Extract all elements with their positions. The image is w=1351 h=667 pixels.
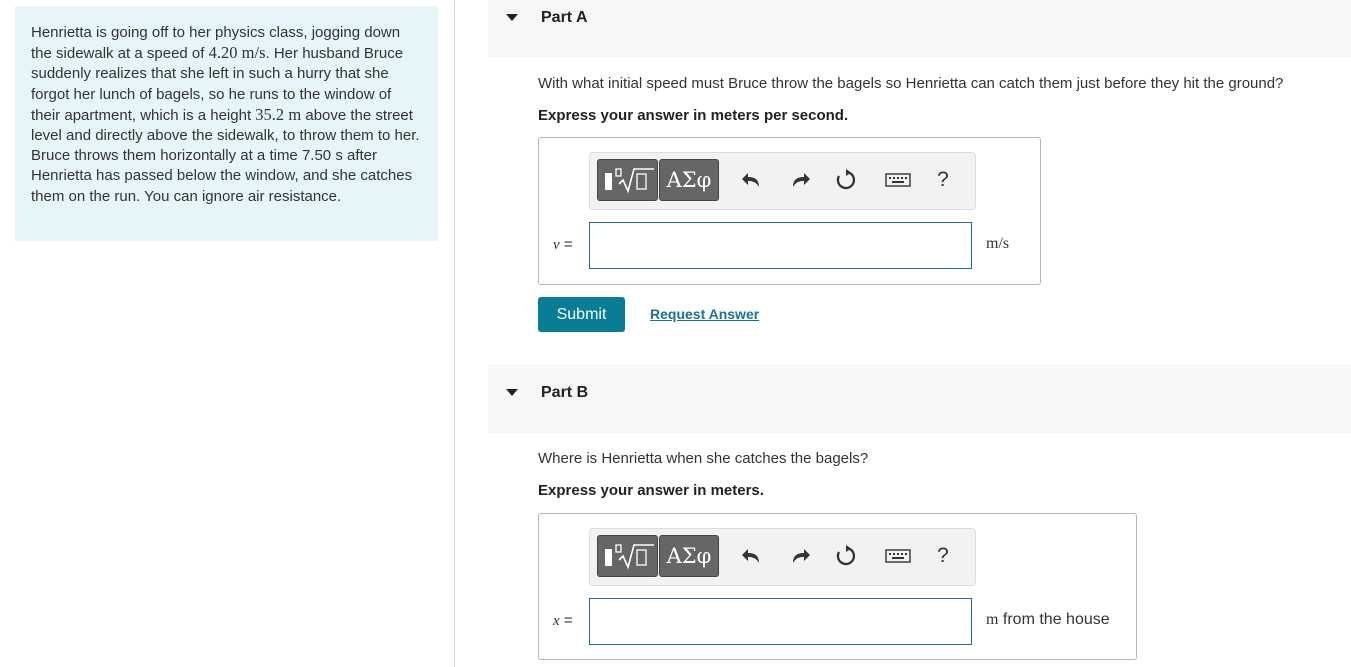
redo-icon[interactable] xyxy=(789,169,811,191)
part-a-title: Part A xyxy=(541,9,588,26)
undo-icon[interactable] xyxy=(741,169,763,191)
part-a-question: With what initial speed must Bruce throw… xyxy=(538,75,1284,92)
time-unit: s xyxy=(335,147,343,165)
height-unit: m xyxy=(288,104,302,124)
greek-letters-button[interactable]: ΑΣφ xyxy=(659,535,719,577)
part-b-question: Where is Henrietta when she catches the … xyxy=(538,450,869,467)
part-a-header[interactable]: Part A xyxy=(488,0,1351,58)
sqrt-template-icon xyxy=(615,544,654,570)
sqrt-template-icon xyxy=(615,168,654,194)
templates-button[interactable] xyxy=(597,159,658,201)
speed-value: 4.20 xyxy=(208,43,238,63)
part-b-answer-input[interactable] xyxy=(589,598,972,645)
greek-letters-button[interactable]: ΑΣφ xyxy=(659,159,719,201)
math-toolbar: ΑΣφ ? xyxy=(589,528,976,586)
part-b-title: Part B xyxy=(541,384,589,401)
math-toolbar: ΑΣφ ? xyxy=(589,152,976,210)
problem-statement: Henrietta is going off to her physics cl… xyxy=(31,24,420,205)
reset-icon[interactable] xyxy=(835,545,857,567)
help-icon[interactable]: ? xyxy=(933,543,953,569)
undo-icon[interactable] xyxy=(741,545,763,567)
keyboard-icon[interactable] xyxy=(885,545,911,567)
templates-icon xyxy=(605,549,612,566)
time-value: 7.50 xyxy=(301,147,332,165)
templates-icon xyxy=(605,173,612,190)
part-a-answer-input[interactable] xyxy=(589,222,972,269)
height-value: 35.2 xyxy=(255,104,285,124)
request-answer-link[interactable]: Request Answer xyxy=(650,306,759,322)
reset-icon[interactable] xyxy=(835,169,857,191)
redo-icon[interactable] xyxy=(789,545,811,567)
part-a-instruction: Express your answer in meters per second… xyxy=(538,107,849,124)
part-b-instruction: Express your answer in meters. xyxy=(538,482,764,499)
submit-button[interactable]: Submit xyxy=(538,297,625,332)
column-divider xyxy=(454,0,455,667)
part-b-header[interactable]: Part B xyxy=(488,364,1351,434)
problem-panel: Henrietta is going off to her physics cl… xyxy=(15,6,438,241)
speed-unit: m/s xyxy=(241,43,266,63)
templates-button[interactable] xyxy=(597,535,658,577)
collapse-arrow-icon[interactable] xyxy=(506,389,518,396)
unit-label: m/s xyxy=(986,235,1010,252)
collapse-arrow-icon[interactable] xyxy=(506,14,518,21)
unit-label: m from the house xyxy=(986,611,1110,628)
variable-label: x = xyxy=(553,612,573,629)
part-b-answer-box: ΑΣφ ? x = m from the house xyxy=(538,513,1137,660)
keyboard-icon[interactable] xyxy=(885,169,911,191)
part-a-answer-box: ΑΣφ ? v = m/s xyxy=(538,137,1041,285)
help-icon[interactable]: ? xyxy=(933,167,953,193)
variable-label: v = xyxy=(553,236,573,253)
